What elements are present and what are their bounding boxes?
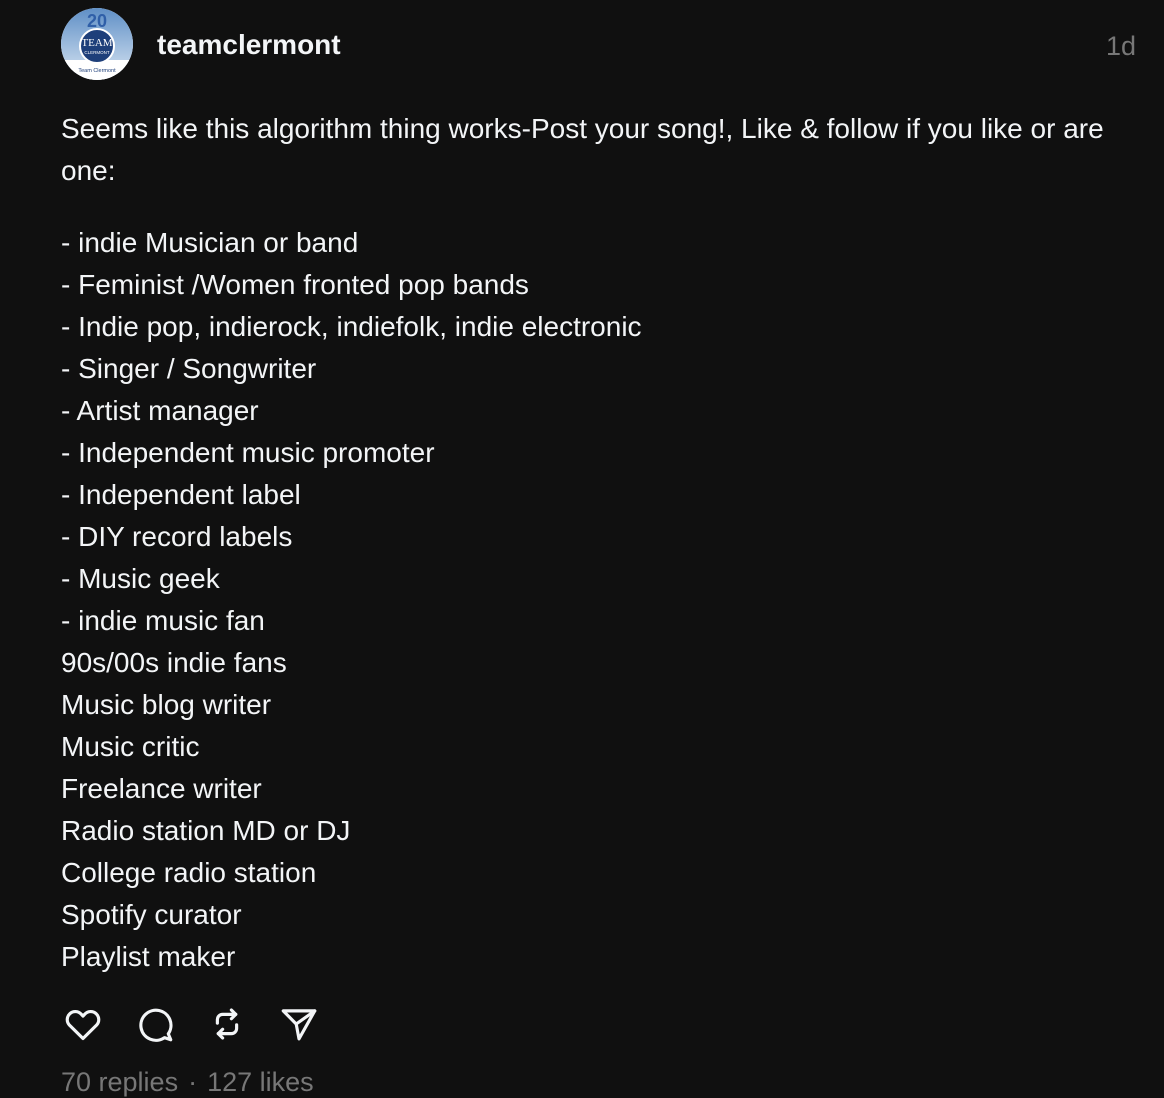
post: 20 TEAM CLERMONT Team Clermont teamclerm… (0, 0, 1164, 1097)
caption-line: - Artist manager (61, 395, 259, 426)
post-stats: 70 replies · 127 likes (61, 1066, 314, 1098)
caption-line: - Singer / Songwriter (61, 353, 317, 384)
comment-icon (139, 1008, 173, 1042)
caption-line: - Independent label (61, 479, 301, 510)
repost-icon (215, 1008, 239, 1040)
replies-count[interactable]: 70 replies (61, 1067, 178, 1097)
avatar-footer-text: Team Clermont (78, 68, 116, 74)
caption-line: 90s/00s indie fans (61, 647, 287, 678)
post-caption: Seems like this algorithm thing works-Po… (61, 108, 1164, 978)
caption-line: - Independent music promoter (61, 437, 435, 468)
share-button[interactable] (277, 1002, 321, 1046)
stats-separator: · (188, 1067, 198, 1097)
caption-line: Music critic (61, 731, 200, 762)
team-clermont-logo: 20 TEAM CLERMONT Team Clermont (61, 8, 133, 80)
caption-line: - Feminist /Women fronted pop bands (61, 269, 529, 300)
avatar-logo-line2: CLERMONT (84, 50, 110, 55)
post-timestamp: 1d (1105, 31, 1136, 61)
caption-line: College radio station (61, 857, 317, 888)
reply-button[interactable] (133, 1002, 177, 1046)
caption-line: - Music geek (61, 563, 220, 594)
username[interactable]: teamclermont (157, 28, 341, 62)
post-actions (61, 1002, 349, 1046)
send-icon (281, 1009, 317, 1041)
heart-icon (65, 1010, 101, 1041)
caption-line: - indie music fan (61, 605, 265, 636)
caption-intro: Seems like this algorithm thing works-Po… (61, 113, 1104, 186)
like-button[interactable] (61, 1002, 105, 1046)
avatar-logo-line1: TEAM (81, 37, 112, 49)
caption-line: Spotify curator (61, 899, 242, 930)
repost-button[interactable] (205, 1002, 249, 1046)
caption-line: - indie Musician or band (61, 227, 359, 258)
caption-line: - Indie pop, indierock, indiefolk, indie… (61, 311, 642, 342)
likes-count[interactable]: 127 likes (207, 1067, 314, 1097)
caption-line: Music blog writer (61, 689, 272, 720)
caption-line: Freelance writer (61, 773, 262, 804)
caption-line: Radio station MD or DJ (61, 815, 351, 846)
caption-line: Playlist maker (61, 941, 236, 972)
avatar[interactable]: 20 TEAM CLERMONT Team Clermont (61, 8, 133, 80)
caption-line: - DIY record labels (61, 521, 293, 552)
